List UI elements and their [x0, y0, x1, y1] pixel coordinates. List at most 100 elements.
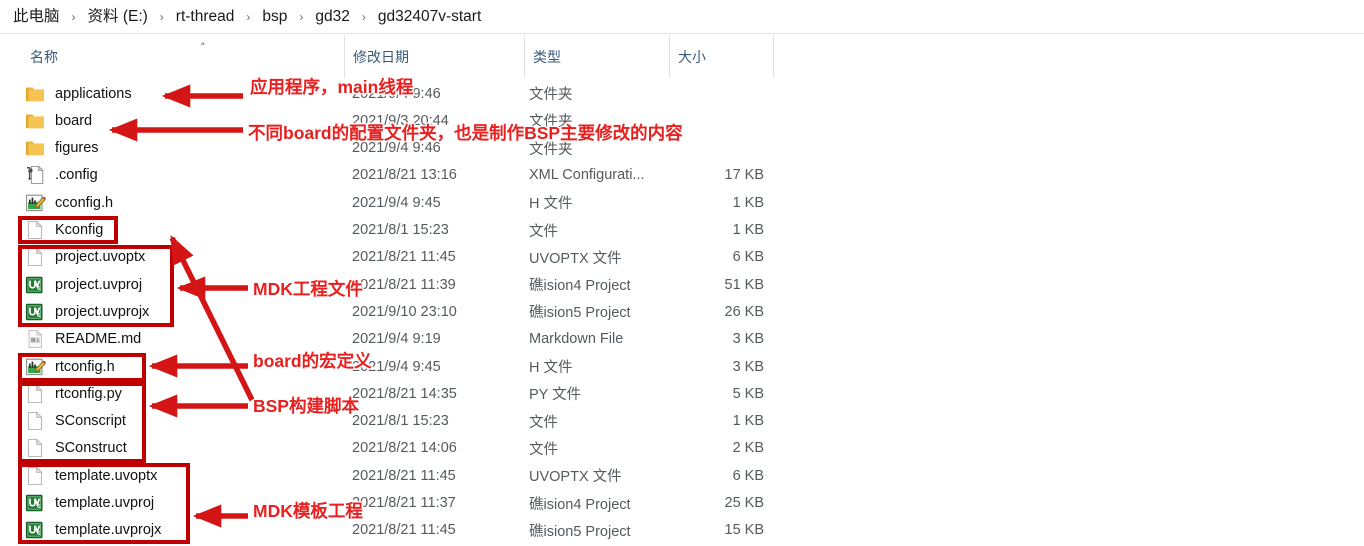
column-header-name[interactable]: 名称 ˄ [22, 35, 345, 78]
file-name-label: template.uvproj [55, 495, 155, 511]
file-row[interactable]: Kconfig 2021/8/1 15:23 文件 1 KB [0, 217, 1364, 244]
file-size-cell: 3 KB [732, 358, 764, 375]
file-date-cell: 2021/8/1 15:23 [352, 222, 449, 238]
file-row[interactable]: SConstruct 2021/8/21 14:06 文件 2 KB [0, 435, 1364, 462]
file-name-label: SConstruct [55, 440, 127, 457]
file-name-label: project.uvoptx [55, 249, 146, 266]
svg-text:5: 5 [37, 531, 40, 537]
file-row[interactable]: rtconfig.py 2021/8/21 14:35 PY 文件 5 KB [0, 380, 1364, 407]
file-type-cell: UVOPTX 文件 [529, 250, 622, 267]
keil-uvision-icon: 5 [24, 301, 46, 323]
file-name-label: SConscript [55, 413, 126, 430]
blank-file-icon [24, 383, 46, 405]
breadcrumb-separator-icon: › [299, 9, 304, 24]
file-name-cell[interactable]: 5 project.uvprojx [24, 298, 342, 325]
file-row[interactable]: .config 2021/8/21 13:16 XML Configurati...… [0, 162, 1364, 189]
column-header-size[interactable]: 大小 [670, 35, 774, 78]
svg-text:5: 5 [37, 313, 40, 319]
blank-file-icon [24, 410, 46, 432]
breadcrumb-separator-icon: › [246, 9, 251, 24]
file-row[interactable]: applications 2021/9/4 9:46 文件夹 [0, 80, 1364, 107]
file-list[interactable]: applications 2021/9/4 9:46 文件夹 board 2021/9/… [0, 80, 1364, 546]
file-name-label: applications [55, 85, 132, 102]
file-name-cell[interactable]: project.uvoptx [24, 244, 342, 271]
file-type-cell: PY 文件 [529, 387, 582, 404]
file-size-cell: 3 KB [732, 331, 764, 348]
annotation-label: 应用程序，main线程 [250, 77, 414, 97]
column-header-type-label: 类型 [533, 48, 561, 65]
breadcrumb-item[interactable]: bsp [259, 6, 290, 28]
column-header-row: 名称 ˄ 修改日期 类型 大小 [0, 35, 1364, 78]
file-name-cell[interactable]: template.uvoptx [24, 462, 342, 489]
file-type-cell: H 文件 [529, 360, 573, 376]
file-row[interactable]: rtconfig.h 2021/9/4 9:45 H 文件 3 KB [0, 353, 1364, 380]
blank-file-icon [24, 465, 46, 487]
file-date-cell: 2021/8/21 11:39 [352, 276, 456, 293]
file-type-cell: 礁ision4 Project [529, 278, 631, 295]
file-size-cell [668, 107, 770, 134]
file-row[interactable]: project.uvoptx 2021/8/21 11:45 UVOPTX 文件 6 … [0, 244, 1364, 271]
file-size-cell: 26 KB [724, 303, 765, 320]
breadcrumb-separator-icon: › [361, 9, 366, 24]
svg-text:5: 5 [37, 504, 40, 510]
markdown-icon: M ↓ [24, 328, 46, 350]
breadcrumb-item[interactable]: 此电脑 [10, 6, 63, 28]
file-row[interactable]: SConscript 2021/8/1 15:23 文件 1 KB [0, 408, 1364, 435]
file-type-cell: 礁ision5 Project [529, 305, 631, 322]
file-size-cell [668, 80, 770, 107]
folder-icon [24, 110, 46, 132]
file-size-cell: 1 KB [732, 413, 764, 430]
file-name-cell[interactable]: SConstruct [24, 435, 342, 462]
blank-file-icon [24, 437, 46, 459]
keil-uvision-icon: 5 [24, 519, 46, 541]
header-file-icon [24, 192, 46, 214]
file-name-label: figures [55, 140, 99, 157]
breadcrumb-item[interactable]: gd32407v-start [375, 6, 484, 28]
file-size-cell: 17 KB [724, 167, 765, 184]
file-name-label: template.uvoptx [55, 467, 158, 484]
file-size-cell: 6 KB [732, 249, 764, 266]
file-size-cell [668, 135, 770, 162]
file-date-cell: 2021/8/21 14:35 [352, 385, 457, 402]
keil-uvision-icon: 5 [24, 492, 46, 514]
file-row[interactable]: 5 project.uvproj 2021/8/21 11:39 礁ision4 Pr… [0, 271, 1364, 298]
file-date-cell: 2021/8/1 15:23 [352, 413, 449, 430]
file-name-label: rtconfig.py [55, 385, 122, 402]
breadcrumb-item[interactable]: 资料 (E:) [85, 6, 151, 28]
breadcrumb-item[interactable]: rt-thread [173, 6, 238, 28]
file-row[interactable]: cconfig.h 2021/9/4 9:45 H 文件 1 KB [0, 189, 1364, 216]
file-date-cell: 2021/8/21 14:06 [352, 440, 457, 457]
file-type-cell: 礁ision5 Project [529, 523, 631, 540]
file-type-cell: 文件夹 [529, 87, 573, 103]
file-type-cell: 文件 [529, 223, 558, 240]
file-type-cell: UVOPTX 文件 [529, 469, 622, 486]
file-name-cell[interactable]: .config [24, 162, 342, 189]
file-row[interactable]: template.uvoptx 2021/8/21 11:45 UVOPTX 文件 6… [0, 462, 1364, 489]
file-name-label: README.md [55, 331, 142, 348]
file-row[interactable]: 5 template.uvproj 2021/8/21 11:37 礁ision4 P… [0, 490, 1364, 517]
file-row[interactable]: M ↓ README.md 2021/9/4 9:19 Markdown File 3 K… [0, 326, 1364, 353]
file-row[interactable]: 5 template.uvprojx 2021/8/21 11:45 礁ision5 … [0, 517, 1364, 544]
file-date-cell: 2021/9/4 9:19 [352, 331, 441, 348]
file-date-cell: 2021/8/21 11:45 [352, 522, 456, 539]
file-row[interactable]: 5 project.uvprojx 2021/9/10 23:10 礁ision5 P… [0, 298, 1364, 325]
svg-text:5: 5 [37, 286, 40, 292]
file-name-cell[interactable]: Kconfig [24, 217, 342, 244]
file-size-cell: 2 KB [732, 440, 764, 457]
svg-text:↓: ↓ [36, 338, 40, 344]
file-date-cell: 2021/8/21 13:16 [352, 167, 457, 184]
breadcrumb[interactable]: 此电脑 › 资料 (E:) › rt-thread › bsp › gd32 › gd32407v-… [0, 0, 1364, 34]
file-name-cell[interactable]: cconfig.h [24, 189, 342, 216]
file-type-cell: Markdown File [529, 331, 624, 348]
file-size-cell: 1 KB [732, 194, 764, 211]
file-name-label: project.uvproj [55, 276, 143, 293]
column-header-date[interactable]: 修改日期 [345, 35, 525, 78]
file-name-label: project.uvprojx [55, 303, 150, 320]
file-size-cell: 25 KB [724, 495, 765, 511]
column-header-size-label: 大小 [678, 48, 706, 65]
column-header-type[interactable]: 类型 [525, 35, 670, 78]
breadcrumb-item[interactable]: gd32 [312, 6, 352, 28]
file-date-cell: 2021/8/21 11:37 [352, 495, 456, 511]
file-type-cell: XML Configurati... [529, 167, 645, 184]
file-date-cell: 2021/9/4 9:45 [352, 194, 441, 211]
